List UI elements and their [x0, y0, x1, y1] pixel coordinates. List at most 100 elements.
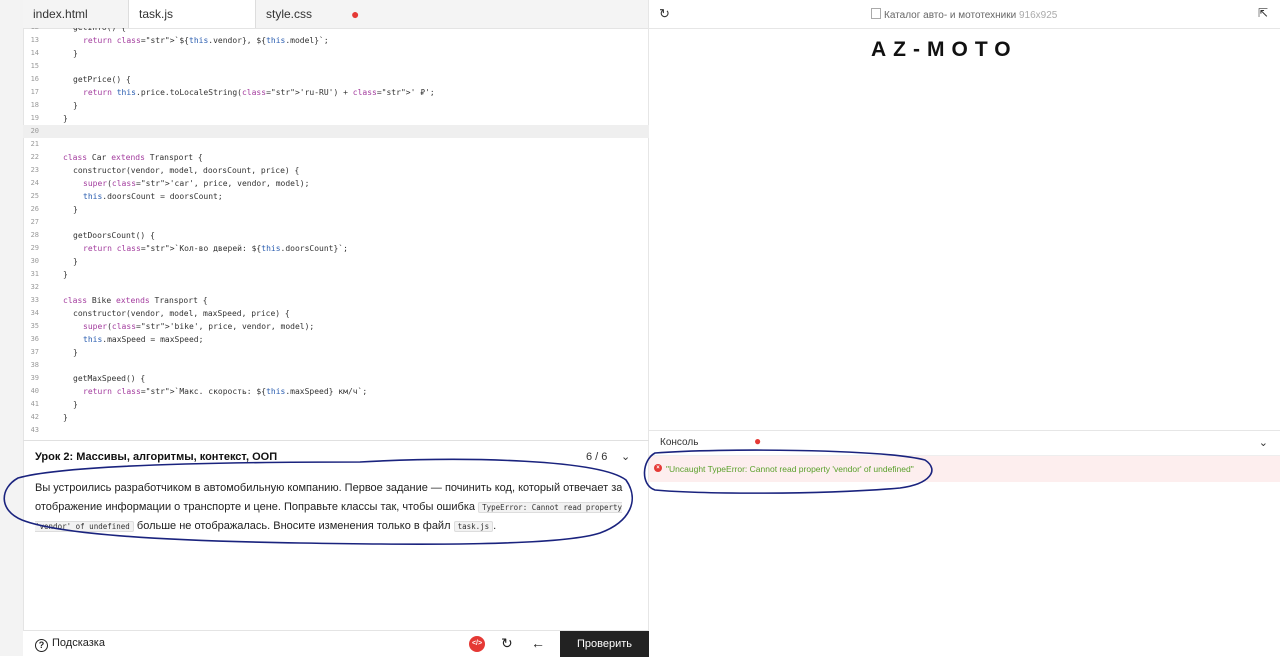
code-text: }	[73, 348, 78, 357]
code-text: this.maxSpeed = maxSpeed;	[83, 335, 204, 344]
code-text: return class="str">`${this.vendor}, ${th…	[83, 36, 329, 45]
arrow-left-icon[interactable]: ←	[531, 635, 545, 651]
code-line[interactable]: 34 constructor(vendor, model, maxSpeed, p…	[23, 307, 649, 320]
code-text: }	[73, 101, 78, 110]
line-number: 40	[30, 387, 39, 395]
reload-icon[interactable]: ↻	[659, 6, 670, 22]
line-number: 37	[30, 348, 39, 356]
code-line[interactable]: 42}	[23, 411, 649, 424]
editor-pane: index.html task.js style.css ● 12getInfo(…	[0, 0, 649, 657]
line-number: 35	[30, 322, 39, 330]
preview-pane: ↻ Каталог авто- и мототехники 916x925 ⇱ …	[649, 0, 1280, 656]
tab-style-css[interactable]: style.css ●	[256, 0, 406, 28]
chevron-down-icon[interactable]: ⌄	[1259, 436, 1268, 449]
code-line[interactable]: 35 super(class="str">'bike', price, vendo…	[23, 320, 649, 333]
code-line[interactable]: 38	[23, 359, 649, 372]
code-line[interactable]: 40 return class="str">`Макс. скорость: ${…	[23, 385, 649, 398]
preview-toolbar: ↻ Каталог авто- и мототехники 916x925 ⇱	[649, 0, 1280, 29]
hint-button[interactable]: ? Подсказка	[35, 637, 105, 652]
code-line[interactable]: 36 this.maxSpeed = maxSpeed;	[23, 333, 649, 346]
line-number: 24	[30, 179, 39, 187]
console-error-text: "Uncaught TypeError: Cannot read propert…	[666, 464, 914, 474]
code-line[interactable]: 43	[23, 424, 649, 437]
line-number: 41	[30, 400, 39, 408]
line-number: 30	[30, 257, 39, 265]
code-text: return this.price.toLocaleString(class="…	[83, 88, 435, 97]
code-text: }	[63, 413, 68, 422]
task-text: больше не отображалась. Вносите изменени…	[136, 520, 451, 532]
code-line[interactable]: 22 class Car extends Transport {	[23, 151, 649, 164]
preview-title: Каталог авто- и мототехники 916x925	[871, 8, 1057, 21]
code-line[interactable]: 37}	[23, 346, 649, 359]
line-number: 36	[30, 335, 39, 343]
logo-text: AZ-MOTO	[871, 38, 1018, 61]
code-line[interactable]: 19}	[23, 112, 649, 125]
reset-icon[interactable]: ↻	[501, 635, 513, 652]
task-text: .	[493, 520, 497, 532]
code-text: class Car extends Transport {	[63, 153, 203, 162]
code-line[interactable]: 21	[23, 138, 649, 151]
code-text: constructor(vendor, model, doorsCount, p…	[73, 166, 300, 175]
tab-label: index.html	[33, 7, 88, 21]
code-line[interactable]: 41}	[23, 398, 649, 411]
code-line[interactable]: 26}	[23, 203, 649, 216]
inline-code: task.js	[453, 521, 494, 532]
code-line[interactable]: 20	[23, 125, 649, 138]
code-line[interactable]: 18}	[23, 99, 649, 112]
preview-size: 916x925	[1018, 10, 1058, 21]
console-header[interactable]: Консоль ● ⌄	[649, 430, 1280, 456]
code-line[interactable]: 33 class Bike extends Transport {	[23, 294, 649, 307]
code-text: getDoorsCount() {	[73, 231, 155, 240]
code-line[interactable]: 24 super(class="str">'car', price, vendor…	[23, 177, 649, 190]
unsaved-dot: ●	[351, 6, 360, 22]
code-line[interactable]: 23 constructor(vendor, model, doorsCount,…	[23, 164, 649, 177]
line-number: 34	[30, 309, 39, 317]
code-text: getPrice() {	[73, 75, 131, 84]
tab-index-html[interactable]: index.html	[23, 0, 128, 28]
task-description: Вы устроились разработчиком в автомобиль…	[35, 479, 635, 537]
code-line[interactable]: 27	[23, 216, 649, 229]
line-number: 23	[30, 166, 39, 174]
code-line[interactable]: 28 getDoorsCount() {	[23, 229, 649, 242]
code-line[interactable]: 15	[23, 60, 649, 73]
line-number: 26	[30, 205, 39, 213]
code-text: return class="str">`Макс. скорость: ${th…	[83, 387, 368, 396]
console-error-row: × "Uncaught TypeError: Cannot read prope…	[649, 456, 1280, 482]
line-number: 28	[30, 231, 39, 239]
code-line[interactable]: 29 return class="str">`Кол-во дверей: ${t…	[23, 242, 649, 255]
code-line[interactable]: 30}	[23, 255, 649, 268]
site-logo: AZ-MOTO	[871, 38, 1018, 62]
code-line[interactable]: 16 getPrice() {	[23, 73, 649, 86]
line-number: 19	[30, 114, 39, 122]
code-text: }	[73, 49, 78, 58]
code-text: constructor(vendor, model, maxSpeed, pri…	[73, 309, 290, 318]
code-line[interactable]: 17 return this.price.toLocaleString(class…	[23, 86, 649, 99]
preview-title-text: Каталог авто- и мототехники	[884, 10, 1017, 21]
code-line[interactable]: 39 getMaxSpeed() {	[23, 372, 649, 385]
line-number: 38	[30, 361, 39, 369]
code-text: }	[73, 257, 78, 266]
task-panel: Урок 2: Массивы, алгоритмы, контекст, ОО…	[23, 440, 649, 631]
line-number: 18	[30, 101, 39, 109]
code-line[interactable]: 13 return class="str">`${this.vendor}, ${…	[23, 34, 649, 47]
line-number: 17	[30, 88, 39, 96]
code-line[interactable]: 32	[23, 281, 649, 294]
check-button[interactable]: Проверить	[560, 631, 649, 657]
line-number: 42	[30, 413, 39, 421]
expand-icon[interactable]: ⇱	[1258, 6, 1268, 20]
chevron-down-icon[interactable]: ⌄	[621, 450, 630, 463]
line-number: 21	[30, 140, 39, 148]
code-text: }	[73, 205, 78, 214]
code-text: this.doorsCount = doorsCount;	[83, 192, 223, 201]
code-text: return class="str">`Кол-во дверей: ${thi…	[83, 244, 348, 253]
code-text: }	[73, 400, 78, 409]
code-line[interactable]: 31}	[23, 268, 649, 281]
tab-task-js[interactable]: task.js	[128, 0, 256, 28]
line-number: 20	[30, 127, 39, 135]
code-line[interactable]: 14}	[23, 47, 649, 60]
console-label: Консоль	[660, 437, 699, 448]
error-icon: ×	[654, 464, 662, 472]
code-line[interactable]: 25 this.doorsCount = doorsCount;	[23, 190, 649, 203]
code-editor[interactable]: 12getInfo() {13return class="str">`${thi…	[23, 28, 649, 438]
code-icon[interactable]: </>	[469, 636, 485, 652]
